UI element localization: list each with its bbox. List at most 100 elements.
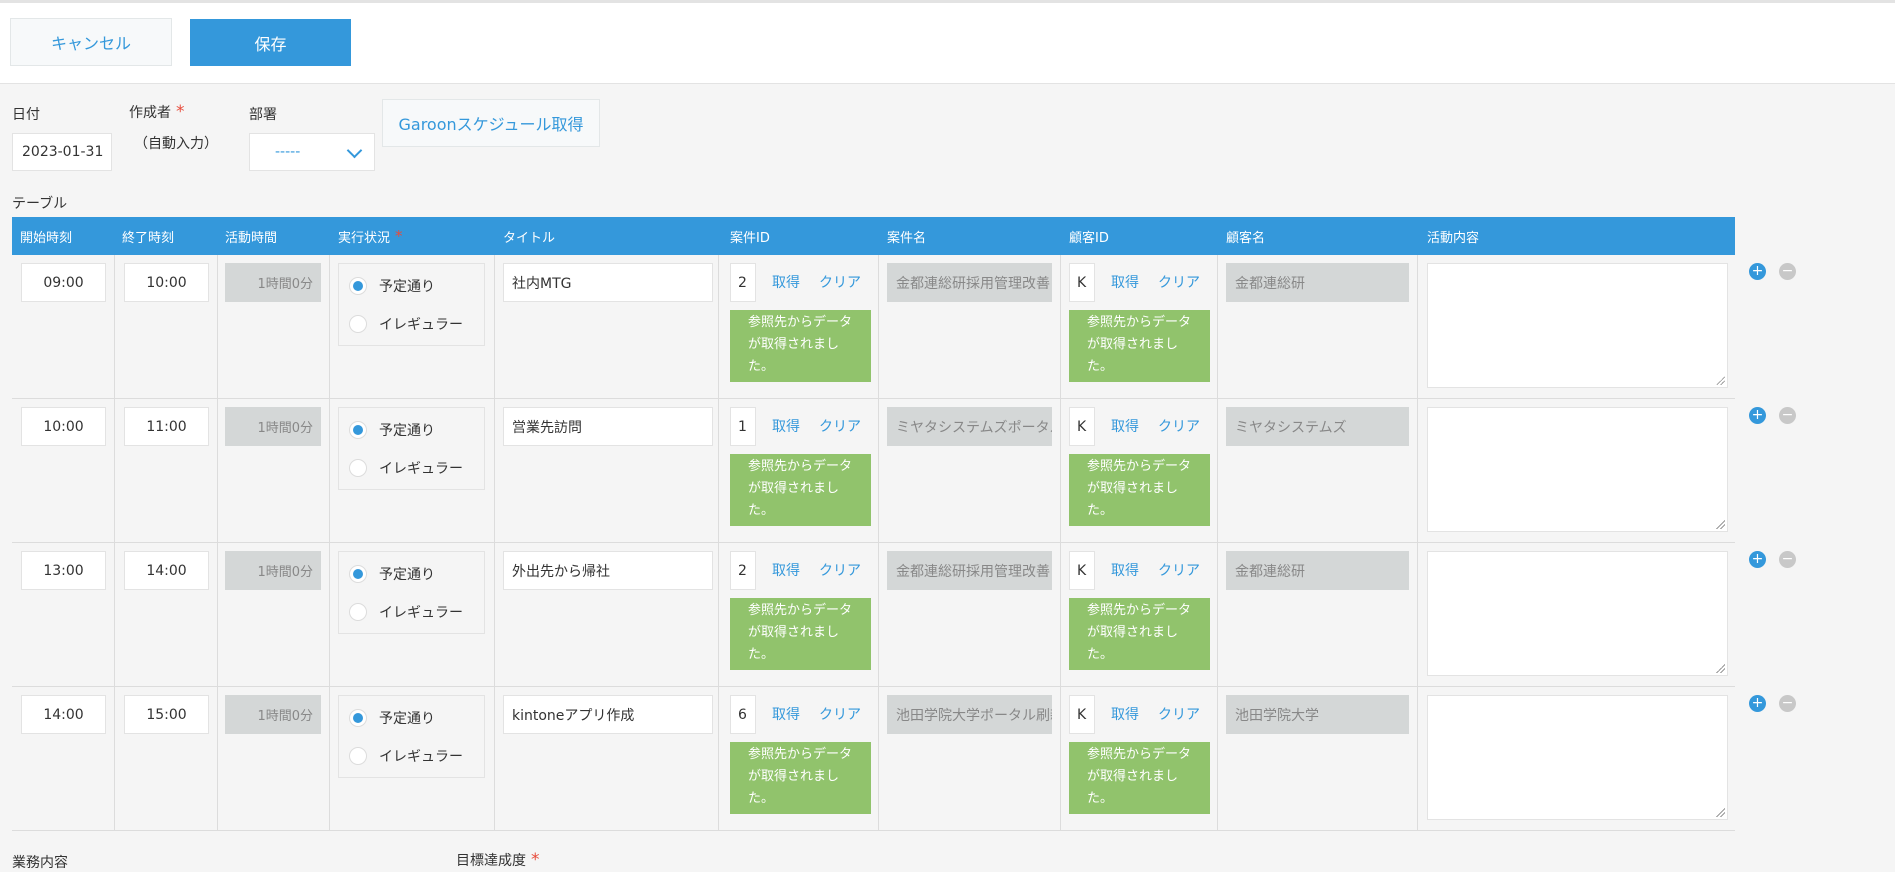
remove-row-icon[interactable]: − — [1779, 407, 1796, 424]
radio-selected-icon — [349, 565, 367, 583]
customer-id-field[interactable]: K — [1069, 263, 1095, 302]
customer-id-field[interactable]: K — [1069, 551, 1095, 590]
column-divider — [217, 543, 218, 686]
case-id-field[interactable]: 6 — [730, 695, 756, 734]
start-time-field[interactable]: 09:00 — [21, 263, 106, 302]
case-id-field[interactable]: 2 — [730, 263, 756, 302]
radio-unselected-icon — [349, 315, 367, 333]
column-divider — [1217, 543, 1218, 686]
start-time-field[interactable]: 13:00 — [21, 551, 106, 590]
case-clear-link[interactable]: クリア — [819, 560, 861, 580]
status-radio-group: 予定通りイレギュラー — [338, 695, 485, 778]
end-time-field[interactable]: 14:00 — [124, 551, 209, 590]
column-divider — [1060, 543, 1061, 686]
end-time-field[interactable]: 11:00 — [124, 407, 209, 446]
resize-handle-icon[interactable] — [1715, 807, 1725, 817]
header-customer-name: 顧客名 — [1226, 230, 1266, 246]
resize-handle-icon[interactable] — [1715, 663, 1725, 673]
cancel-button[interactable]: キャンセル — [10, 18, 172, 66]
dept-select[interactable]: ----- — [249, 133, 375, 171]
activity-textarea[interactable] — [1427, 695, 1728, 820]
customer-clear-link[interactable]: クリア — [1158, 560, 1200, 580]
duration-value: 1時間0分 — [225, 551, 321, 590]
resize-handle-icon[interactable] — [1715, 375, 1725, 385]
customer-fetch-link[interactable]: 取得 — [1111, 704, 1139, 724]
title-field[interactable]: 社内MTG — [503, 263, 713, 302]
start-time-field[interactable]: 10:00 — [21, 407, 106, 446]
title-field[interactable]: kintoneアプリ作成 — [503, 695, 713, 734]
customer-fetch-link[interactable]: 取得 — [1111, 560, 1139, 580]
column-divider — [1217, 399, 1218, 542]
header-start: 開始時刻 — [20, 230, 73, 246]
header-title: タイトル — [503, 230, 556, 246]
case-id-field[interactable]: 2 — [730, 551, 756, 590]
customer-id-field[interactable]: K — [1069, 695, 1095, 734]
column-divider — [878, 255, 879, 398]
customer-clear-link[interactable]: クリア — [1158, 704, 1200, 724]
status-option-planned[interactable]: 予定通り — [349, 564, 435, 584]
customer-clear-link[interactable]: クリア — [1158, 416, 1200, 436]
status-option-irregular[interactable]: イレギュラー — [349, 602, 463, 622]
status-option-label: イレギュラー — [379, 461, 463, 477]
add-row-icon[interactable]: + — [1749, 407, 1766, 424]
resize-handle-icon[interactable] — [1715, 519, 1725, 529]
table-header: 開始時刻 終了時刻 活動時間 実行状況 * タイトル 案件ID 案件名 顧客ID … — [12, 217, 1735, 255]
header-customer-id: 顧客ID — [1069, 230, 1109, 246]
column-divider — [494, 543, 495, 686]
status-option-planned[interactable]: 予定通り — [349, 708, 435, 728]
date-field[interactable]: 2023-01-31 — [12, 133, 112, 171]
status-option-irregular[interactable]: イレギュラー — [349, 458, 463, 478]
add-row-icon[interactable]: + — [1749, 551, 1766, 568]
customer-fetch-notice: 参照先からデータが取得されました。 — [1069, 742, 1210, 814]
end-time-field[interactable]: 10:00 — [124, 263, 209, 302]
case-fetch-link[interactable]: 取得 — [772, 416, 800, 436]
title-field[interactable]: 営業先訪問 — [503, 407, 713, 446]
radio-unselected-icon — [349, 603, 367, 621]
case-clear-link[interactable]: クリア — [819, 416, 861, 436]
status-radio-group: 予定通りイレギュラー — [338, 551, 485, 634]
case-fetch-notice: 参照先からデータが取得されました。 — [730, 454, 871, 526]
garoon-schedule-button[interactable]: Garoonスケジュール取得 — [382, 99, 600, 147]
column-divider — [1060, 399, 1061, 542]
column-divider — [114, 543, 115, 686]
customer-name-value: 金都連総研 — [1226, 263, 1409, 302]
case-fetch-link[interactable]: 取得 — [772, 272, 800, 292]
activity-textarea[interactable] — [1427, 551, 1728, 676]
remove-row-icon[interactable]: − — [1779, 551, 1796, 568]
status-option-label: イレギュラー — [379, 317, 463, 333]
column-divider — [1217, 687, 1218, 830]
customer-id-field[interactable]: K — [1069, 407, 1095, 446]
activity-textarea[interactable] — [1427, 263, 1728, 388]
save-button[interactable]: 保存 — [190, 19, 351, 66]
column-divider — [718, 399, 719, 542]
column-divider — [1217, 255, 1218, 398]
customer-fetch-link[interactable]: 取得 — [1111, 272, 1139, 292]
add-row-icon[interactable]: + — [1749, 695, 1766, 712]
case-clear-link[interactable]: クリア — [819, 272, 861, 292]
add-row-icon[interactable]: + — [1749, 263, 1766, 280]
status-radio-group: 予定通りイレギュラー — [338, 263, 485, 346]
start-time-field[interactable]: 14:00 — [21, 695, 106, 734]
activity-textarea[interactable] — [1427, 407, 1728, 532]
case-name-value: 金都連総研採用管理改善 — [887, 551, 1052, 590]
table-row: 13:00 14:00 1時間0分 予定通り イレギュラー 外出先から帰社 2 取得 クリア 参照… — [12, 543, 1796, 687]
status-option-irregular[interactable]: イレギュラー — [349, 314, 463, 334]
remove-row-icon[interactable]: − — [1779, 263, 1796, 280]
status-option-planned[interactable]: 予定通り — [349, 420, 435, 440]
end-time-field[interactable]: 15:00 — [124, 695, 209, 734]
status-option-irregular[interactable]: イレギュラー — [349, 746, 463, 766]
action-toolbar: キャンセル 保存 — [0, 3, 1895, 84]
title-field[interactable]: 外出先から帰社 — [503, 551, 713, 590]
status-option-planned[interactable]: 予定通り — [349, 276, 435, 296]
case-id-field[interactable]: 1 — [730, 407, 756, 446]
column-divider — [217, 399, 218, 542]
customer-fetch-link[interactable]: 取得 — [1111, 416, 1139, 436]
case-fetch-link[interactable]: 取得 — [772, 704, 800, 724]
case-fetch-link[interactable]: 取得 — [772, 560, 800, 580]
column-divider — [114, 687, 115, 830]
remove-row-icon[interactable]: − — [1779, 695, 1796, 712]
column-divider — [329, 399, 330, 542]
column-divider — [329, 255, 330, 398]
case-clear-link[interactable]: クリア — [819, 704, 861, 724]
customer-clear-link[interactable]: クリア — [1158, 272, 1200, 292]
